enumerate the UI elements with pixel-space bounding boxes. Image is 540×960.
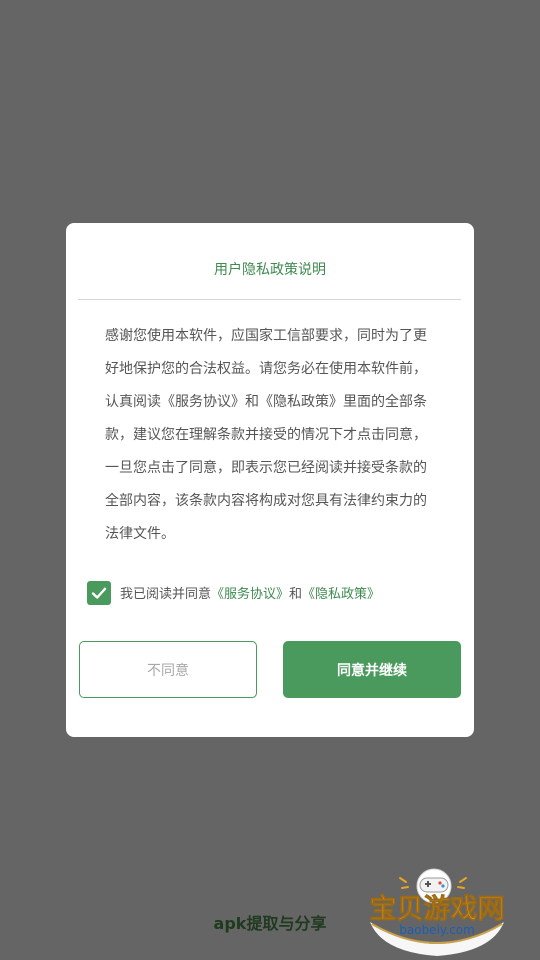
checkmark-icon bbox=[91, 587, 107, 599]
body-line: 款，建议您在理解条款并接受的情况下才点击同意， bbox=[105, 427, 427, 443]
consent-prefix: 我已阅读并同意 bbox=[120, 587, 212, 602]
body-line: 好地保护您的合法权益。请您务必在使用本软件前， bbox=[105, 361, 427, 377]
decline-button[interactable]: 不同意 bbox=[79, 641, 257, 698]
dialog-body-text: 感谢您使用本软件，应国家工信部要求，同时为了更 好地保护您的合法权益。请您务必在… bbox=[105, 320, 435, 551]
accept-continue-button[interactable]: 同意并继续 bbox=[283, 641, 461, 698]
service-agreement-link[interactable]: 《服务协议》 bbox=[211, 587, 289, 602]
consent-checkbox[interactable] bbox=[87, 580, 111, 605]
screen: 用户隐私政策说明 感谢您使用本软件，应国家工信部要求，同时为了更 好地保护您的合… bbox=[0, 0, 540, 960]
site-watermark-logo: 宝贝游戏网 baobeiy.com bbox=[369, 868, 505, 956]
dialog-title: 用户隐私政策说明 bbox=[214, 262, 326, 278]
body-line: 一旦您点击了同意，即表示您已经阅读并接受条款的 bbox=[105, 460, 427, 476]
watermark-url: baobeiy.com bbox=[399, 923, 474, 937]
consent-conjunction: 和 bbox=[289, 587, 303, 602]
body-line: 法律文件。 bbox=[105, 526, 175, 542]
body-line: 认真阅读《服务协议》和《隐私政策》里面的全部条 bbox=[105, 394, 427, 410]
body-line: 全部内容，该条款内容将构成对您具有法律约束力的 bbox=[105, 493, 427, 509]
privacy-policy-link[interactable]: 《隐私政策》 bbox=[302, 587, 380, 602]
consent-row: 我已阅读并同意《服务协议》和《隐私政策》 bbox=[87, 580, 380, 605]
decline-button-label: 不同意 bbox=[147, 662, 189, 679]
body-line: 感谢您使用本软件，应国家工信部要求，同时为了更 bbox=[105, 328, 427, 344]
title-divider bbox=[78, 299, 461, 300]
watermark-title: 宝贝游戏网 bbox=[370, 893, 505, 925]
accept-button-label: 同意并继续 bbox=[337, 662, 407, 679]
consent-text: 我已阅读并同意《服务协议》和《隐私政策》 bbox=[120, 583, 380, 602]
